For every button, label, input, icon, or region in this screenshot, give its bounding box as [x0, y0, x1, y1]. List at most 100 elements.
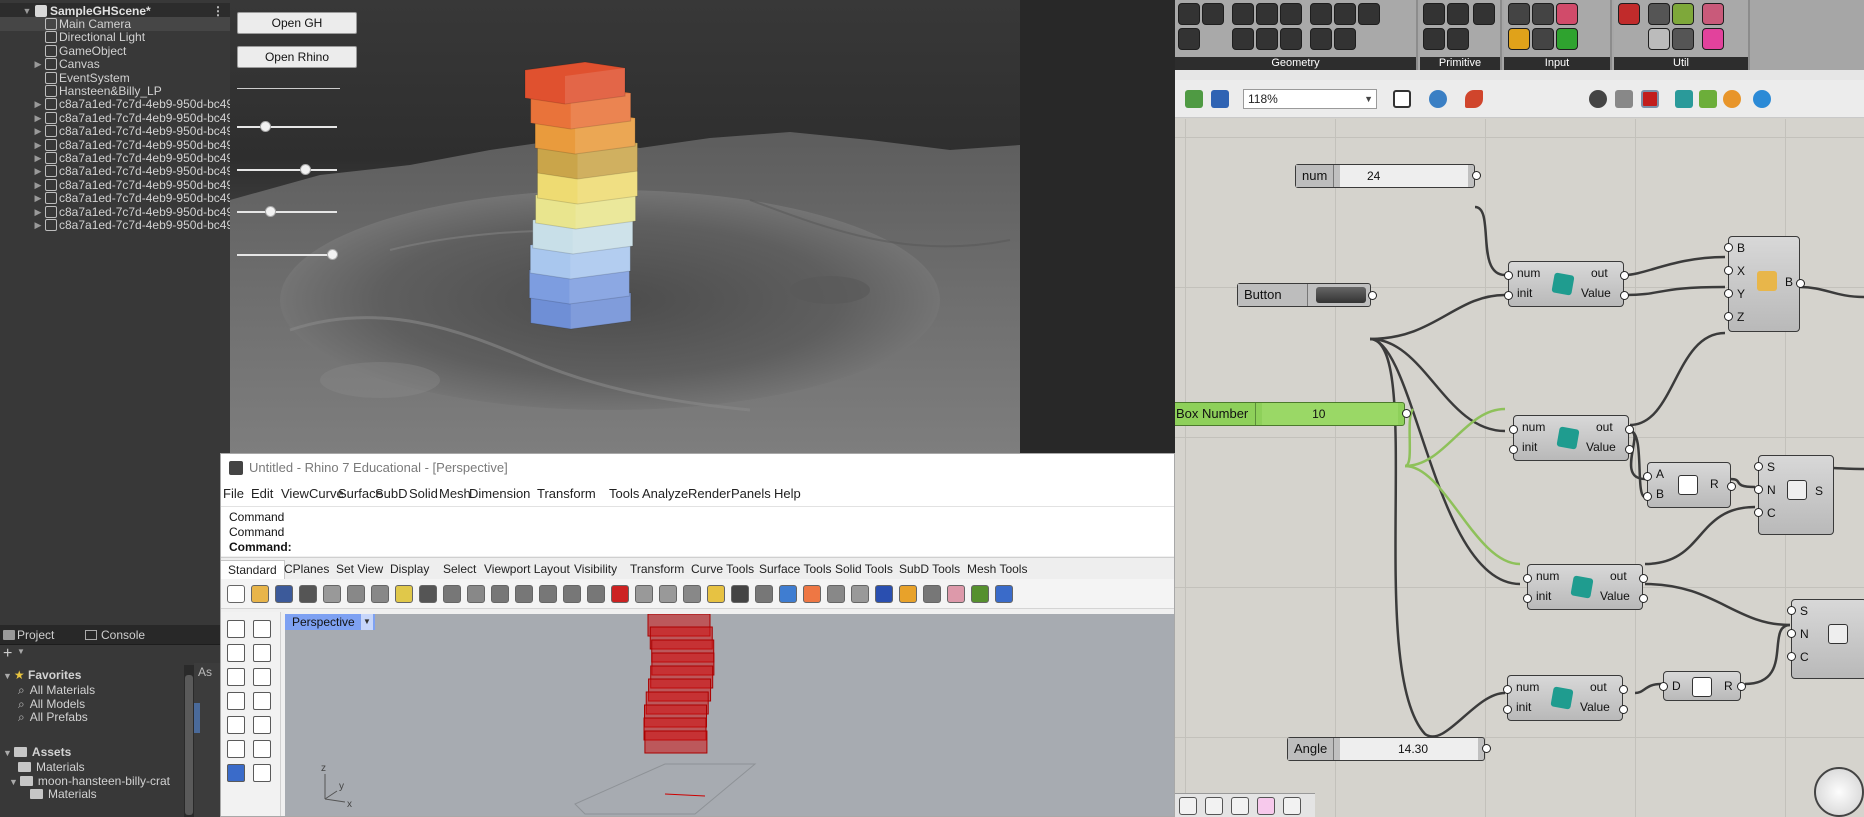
expand-arrow-icon[interactable]: ▶ [33, 124, 43, 138]
fillet-icon[interactable] [253, 740, 271, 758]
param-grip[interactable] [1503, 270, 1513, 280]
hierarchy-item[interactable]: GameObject [0, 44, 230, 58]
hierarchy-item[interactable]: ▶ c8a7a1ed-7c7d-4eb9-950d-bc499 [0, 218, 230, 232]
hierarchy-item[interactable]: EventSystem [0, 71, 230, 85]
brep-icon[interactable] [1310, 28, 1332, 50]
tab-curve-tools[interactable]: Curve Tools [691, 561, 754, 577]
rectangle-icon[interactable] [253, 692, 271, 710]
game-slider-2[interactable] [237, 164, 337, 176]
surface-icon[interactable] [1358, 3, 1380, 25]
preview-eye-icon[interactable] [1429, 90, 1447, 108]
more-icon[interactable] [253, 764, 271, 782]
slider-output-grip[interactable] [1401, 408, 1411, 418]
curve-icon[interactable] [1280, 3, 1302, 25]
expand-arrow-icon[interactable]: ▶ [33, 97, 43, 111]
tab-transform[interactable]: Transform [630, 561, 684, 577]
expand-arrow-icon[interactable]: ▶ [33, 218, 43, 232]
slider-knob[interactable] [327, 249, 338, 260]
car-icon[interactable] [611, 585, 629, 603]
hierarchy-item[interactable]: ▶ c8a7a1ed-7c7d-4eb9-950d-bc499 [0, 138, 230, 152]
sphere-shaded-icon[interactable] [851, 585, 869, 603]
zoom-dropdown[interactable]: 118% ▼ [1243, 89, 1377, 109]
expand-arrow-icon[interactable]: ▶ [33, 138, 43, 152]
data-icon[interactable] [1702, 3, 1724, 25]
hierarchy-item[interactable]: ▶ c8a7a1ed-7c7d-4eb9-950d-bc499 [0, 191, 230, 205]
create-button[interactable]: + [3, 645, 12, 663]
dropdown-arrow-icon[interactable]: ▼ [17, 647, 25, 656]
material-icon[interactable] [827, 585, 845, 603]
csharp-script-component[interactable]: num init out Value [1527, 564, 1643, 610]
select-icon[interactable] [755, 585, 773, 603]
hierarchy-item[interactable]: ▶ c8a7a1ed-7c7d-4eb9-950d-bc499 [0, 205, 230, 219]
menu-subd[interactable]: SubD [375, 482, 408, 506]
param-grip[interactable] [1736, 681, 1746, 691]
grid-snap-icon[interactable] [659, 585, 677, 603]
tab-subd-tools[interactable]: SubD Tools [899, 561, 960, 577]
param-grip[interactable] [1638, 573, 1648, 583]
function-icon[interactable] [1283, 797, 1301, 815]
point-icon[interactable] [253, 620, 271, 638]
navigation-widget[interactable] [1814, 767, 1864, 817]
open-rhino-button[interactable]: Open Rhino [237, 46, 357, 68]
menu-mesh[interactable]: Mesh [439, 482, 471, 506]
scrollbar-thumb[interactable] [185, 675, 193, 815]
save-icon[interactable] [275, 585, 293, 603]
pan-icon[interactable] [443, 585, 461, 603]
save-icon[interactable] [1211, 90, 1229, 108]
param-grip[interactable] [1624, 444, 1634, 454]
series-component[interactable]: SNCS [1758, 455, 1834, 535]
calculator-icon[interactable] [1532, 3, 1554, 25]
material-icon[interactable] [1675, 90, 1693, 108]
param-grip[interactable] [1723, 242, 1733, 252]
copy-icon[interactable] [371, 585, 389, 603]
light-icon[interactable] [707, 585, 725, 603]
param-grip[interactable] [1508, 444, 1518, 454]
point-icon[interactable] [1178, 3, 1200, 25]
param-grip[interactable] [1642, 471, 1652, 481]
circle-icon[interactable] [227, 668, 245, 686]
hierarchy-item[interactable]: ▶ c8a7a1ed-7c7d-4eb9-950d-bc499 [0, 97, 230, 111]
expand-arrow-icon[interactable]: ▼ [9, 777, 18, 787]
hierarchy-item[interactable]: Directional Light [0, 30, 230, 44]
box-number-slider[interactable]: Box Number 10 [1175, 402, 1405, 426]
button-face[interactable] [1316, 287, 1366, 303]
menu-solid[interactable]: Solid [409, 482, 438, 506]
arc-icon[interactable] [1256, 3, 1278, 25]
flask-icon[interactable] [1702, 28, 1724, 50]
param-grip[interactable] [1502, 704, 1512, 714]
flask-icon[interactable] [1257, 797, 1275, 815]
open-file-icon[interactable] [1185, 90, 1203, 108]
game-slider-3[interactable] [237, 206, 337, 218]
sketch-icon[interactable] [1465, 90, 1483, 108]
print-icon[interactable] [299, 585, 317, 603]
open-icon[interactable] [251, 585, 269, 603]
delete-icon[interactable] [1178, 28, 1200, 50]
string-icon[interactable] [1447, 28, 1469, 50]
button-output-grip[interactable] [1367, 290, 1377, 300]
param-grip[interactable] [1624, 424, 1634, 434]
param-grip[interactable] [1723, 265, 1733, 275]
param-grip[interactable] [1502, 684, 1512, 694]
zoom-selected-icon[interactable] [563, 585, 581, 603]
open-gh-button[interactable]: Open GH [237, 12, 357, 34]
tab-select[interactable]: Select [443, 561, 476, 577]
project-scrollbar[interactable] [184, 665, 194, 817]
gumball-icon[interactable] [947, 585, 965, 603]
hierarchy-item[interactable]: Main Camera [0, 17, 230, 31]
slider-knob[interactable] [300, 164, 311, 175]
multiplication-component[interactable]: AB R [1647, 462, 1731, 508]
toggle-icon[interactable] [1532, 28, 1554, 50]
lock-icon[interactable] [731, 585, 749, 603]
param-grip[interactable] [1753, 461, 1763, 471]
import-icon[interactable] [323, 585, 341, 603]
rhino-title-bar[interactable]: Untitled - Rhino 7 Educational - [Perspe… [221, 454, 1174, 482]
hierarchy-item[interactable]: ▶ c8a7a1ed-7c7d-4eb9-950d-bc499 [0, 164, 230, 178]
csharp-script-component[interactable]: num init out Value [1513, 415, 1629, 461]
zoom-icon[interactable] [491, 585, 509, 603]
expand-arrow-icon[interactable]: ▶ [33, 205, 43, 219]
param-grip[interactable] [1658, 681, 1668, 691]
param-grip[interactable] [1619, 270, 1629, 280]
polyline-icon[interactable] [1256, 28, 1278, 50]
display-mode-icon[interactable] [1589, 90, 1607, 108]
hierarchy-item[interactable]: ▶ Canvas [0, 57, 230, 71]
